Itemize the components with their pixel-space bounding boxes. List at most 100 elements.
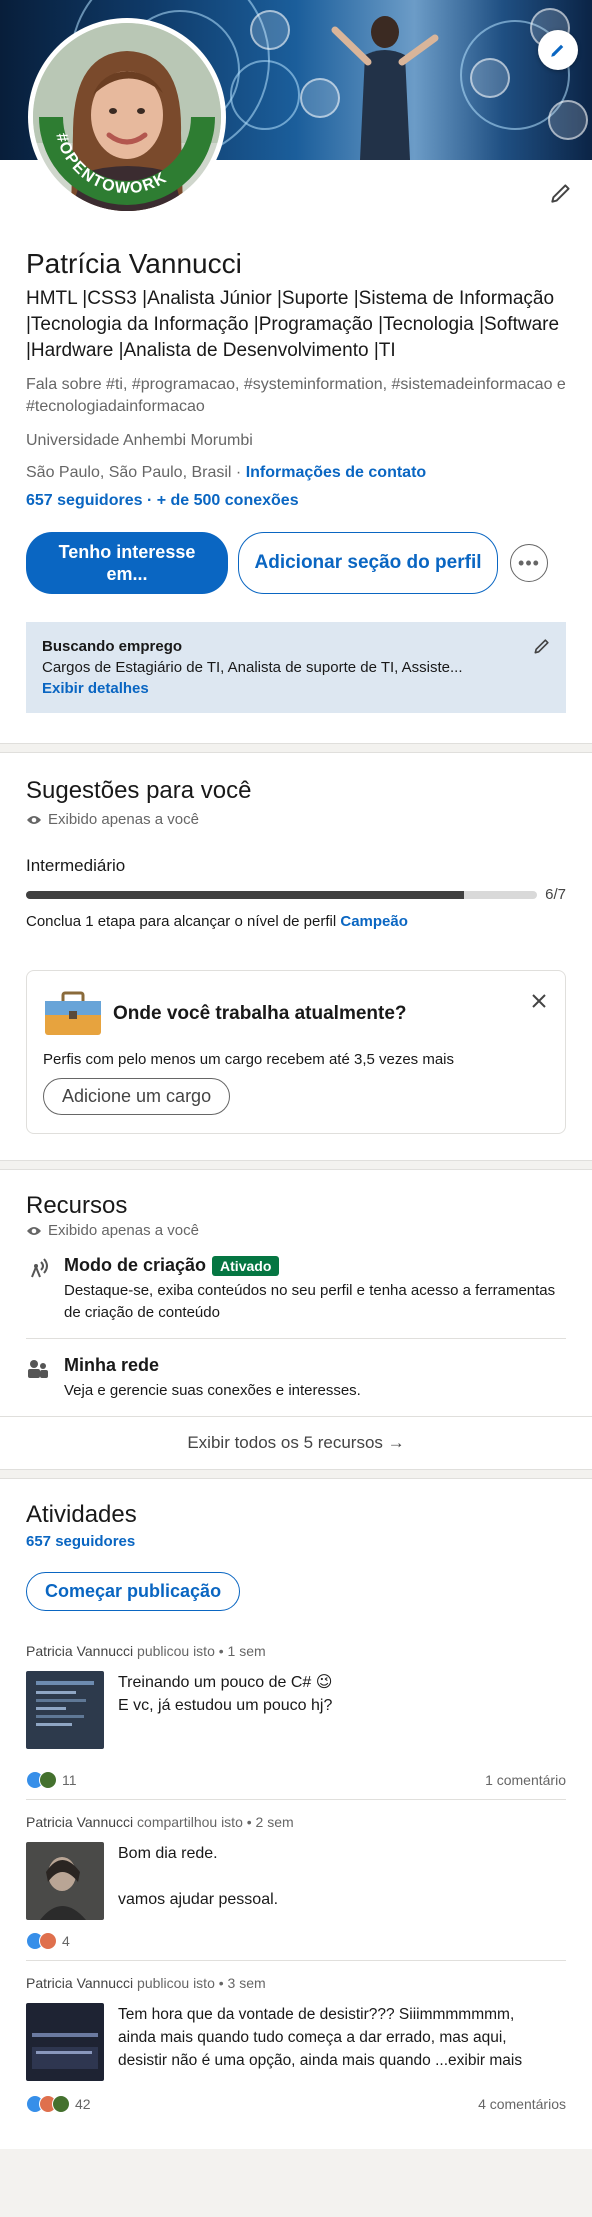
- edit-intro-button[interactable]: [548, 180, 574, 211]
- post-text-line: Bom dia rede.: [118, 1845, 218, 1862]
- post-reactions[interactable]: 11: [26, 1771, 77, 1789]
- edit-open-to-work-button[interactable]: [532, 636, 552, 661]
- status-badge: Ativado: [212, 1255, 280, 1276]
- post-author: Patricia Vannucci: [26, 1814, 134, 1830]
- post-text-line: Treinando um pouco de C# 😉: [118, 1674, 333, 1691]
- pencil-icon: [551, 44, 564, 57]
- celebrate-reaction-icon: [52, 2095, 70, 2113]
- profile-school[interactable]: Universidade Anhembi Morumbi: [26, 432, 566, 450]
- suggestions-section: Sugestões para você Exibido apenas a voc…: [0, 753, 592, 1160]
- post-reactions[interactable]: 42: [26, 2095, 91, 2113]
- open-to-work-badge: #OPENTOWORK: [52, 131, 169, 197]
- activity-followers-link[interactable]: 657 seguidores: [26, 1533, 566, 1550]
- cover-person-illustration: [331, 16, 439, 160]
- post-meta: publicou isto • 1 sem: [137, 1643, 266, 1659]
- suggestion-question: Onde você trabalha atualmente?: [113, 1003, 407, 1024]
- profile-strength-note-text: Conclua 1 etapa para alcançar o nível de…: [26, 913, 337, 930]
- post-meta: publicou isto • 3 sem: [137, 1975, 266, 1991]
- add-profile-section-button[interactable]: Adicionar seção do perfil: [238, 532, 498, 594]
- followers-link[interactable]: 657 seguidores: [26, 492, 143, 509]
- eye-icon: [27, 1226, 41, 1235]
- post-image: [26, 1842, 104, 1920]
- profile-card: #OPENTOWORK Patrícia Vannucci HMTL |CSS3…: [0, 0, 592, 743]
- private-note: Exibido apenas a você: [26, 1222, 566, 1239]
- activity-post[interactable]: Patricia Vannucci compartilhou isto • 2 …: [26, 1799, 566, 1960]
- profile-photo[interactable]: #OPENTOWORK: [28, 18, 226, 216]
- svg-text:#OPENTOWORK: #OPENTOWORK: [52, 131, 170, 197]
- post-text-line: vamos ajudar pessoal.: [118, 1891, 279, 1908]
- start-post-button[interactable]: Começar publicação: [26, 1572, 241, 1611]
- resource-my-network[interactable]: Minha rede Veja e gerencie suas conexões…: [26, 1338, 566, 1416]
- post-text-line: E vc, já estudou um pouco hj?: [118, 1697, 333, 1714]
- celebrate-reaction-icon: [39, 1771, 57, 1789]
- resource-title: Minha rede: [64, 1355, 160, 1375]
- section-divider: [0, 1160, 592, 1170]
- private-note-text: Exibido apenas a você: [48, 1222, 199, 1239]
- champion-link[interactable]: Campeão: [340, 913, 408, 930]
- post-text-line: ainda mais quando tudo começa a dar erra…: [118, 2029, 507, 2046]
- open-to-button-label-1: Tenho interesse: [58, 542, 196, 562]
- close-icon: [532, 994, 546, 1008]
- profile-location-row: São Paulo, São Paulo, Brasil · Informaçõ…: [26, 464, 566, 482]
- dismiss-suggestion-button[interactable]: [531, 993, 547, 1014]
- open-to-work-frame: #OPENTOWORK: [52, 131, 170, 197]
- open-to-work-title: Buscando emprego: [42, 638, 183, 655]
- activity-post[interactable]: Patricia Vannucci publicou isto • 3 sem …: [26, 1960, 566, 2123]
- comment-count[interactable]: 1 comentário: [485, 1772, 566, 1788]
- show-all-resources-button[interactable]: Exibir todos os 5 recursos →: [0, 1416, 592, 1469]
- suggestions-title: Sugestões para você: [26, 777, 252, 804]
- private-note-text: Exibido apenas a você: [48, 811, 199, 828]
- profile-location: São Paulo, São Paulo, Brasil ·: [26, 464, 242, 481]
- post-thumbnail[interactable]: [26, 1671, 104, 1749]
- post-thumbnail[interactable]: [26, 2003, 104, 2081]
- profile-name: Patrícia Vannucci: [26, 248, 242, 279]
- post-image: [26, 2003, 104, 2081]
- resource-desc: Veja e gerencie suas conexões e interess…: [64, 1382, 361, 1399]
- resource-desc: Destaque-se, exiba conteúdos no seu perf…: [64, 1282, 556, 1321]
- pencil-icon: [534, 639, 549, 654]
- briefcase-icon: [45, 991, 101, 1035]
- activity-section: Atividades 657 seguidores Começar public…: [0, 1479, 592, 2149]
- connections-link[interactable]: · + de 500 conexões: [147, 492, 299, 509]
- suggestion-card: Onde você trabalha atualmente? Perfis co…: [26, 970, 566, 1134]
- post-thumbnail[interactable]: [26, 1842, 104, 1920]
- post-reactions[interactable]: 4: [26, 1932, 70, 1950]
- contact-info-link[interactable]: Informações de contato: [246, 464, 426, 481]
- suggestion-text: Perfis com pelo menos um cargo recebem a…: [43, 1051, 455, 1068]
- profile-strength-value: 6/7: [545, 886, 566, 903]
- open-to-button-label-2: em...: [106, 564, 148, 584]
- reaction-count: 4: [62, 1933, 70, 1949]
- add-position-button[interactable]: Adicione um cargo: [43, 1078, 231, 1115]
- post-author: Patricia Vannucci: [26, 1643, 134, 1659]
- reaction-count: 42: [75, 2096, 91, 2112]
- post-image: [26, 1671, 104, 1749]
- post-text-line: Tem hora que da vontade de desistir??? S…: [118, 2006, 515, 2023]
- post-text-line: desistir não é uma opção, ainda mais qua…: [118, 2052, 523, 2069]
- resource-creator-mode[interactable]: Modo de criação Ativado Destaque-se, exib…: [26, 1239, 566, 1338]
- profile-strength-note: Conclua 1 etapa para alcançar o nível de…: [26, 913, 566, 930]
- reaction-count: 11: [62, 1772, 77, 1788]
- profile-headline: HMTL |CSS3 |Analista Júnior |Suporte |Si…: [26, 288, 560, 361]
- open-to-work-box[interactable]: Buscando emprego Cargos de Estagiário de…: [26, 622, 566, 713]
- resources-title: Recursos: [26, 1192, 128, 1219]
- open-to-button[interactable]: Tenho interesse em...: [26, 532, 228, 594]
- profile-topics: Fala sobre #ti, #programacao, #systeminf…: [26, 376, 566, 415]
- open-to-work-desc: Cargos de Estagiário de TI, Analista de …: [42, 659, 463, 676]
- more-actions-button[interactable]: •••: [510, 544, 548, 582]
- love-reaction-icon: [39, 1932, 57, 1950]
- post-author: Patricia Vannucci: [26, 1975, 134, 1991]
- post-meta: compartilhou isto • 2 sem: [137, 1814, 294, 1830]
- section-divider: [0, 743, 592, 753]
- edit-cover-button[interactable]: [538, 30, 578, 70]
- resources-section: Recursos Exibido apenas a você Modo de c…: [0, 1170, 592, 1469]
- activity-title: Atividades: [26, 1501, 137, 1528]
- section-divider: [0, 1469, 592, 1479]
- comment-count[interactable]: 4 comentários: [478, 2096, 566, 2112]
- activity-post[interactable]: Patricia Vannucci publicou isto • 1 sem …: [26, 1629, 566, 1799]
- profile-strength-level: Intermediário: [26, 856, 126, 875]
- private-note: Exibido apenas a você: [26, 811, 566, 828]
- broadcast-icon: [31, 1258, 48, 1278]
- resource-title: Modo de criação: [64, 1255, 207, 1275]
- open-to-work-details-link[interactable]: Exibir detalhes: [42, 680, 550, 697]
- eye-icon: [27, 815, 41, 824]
